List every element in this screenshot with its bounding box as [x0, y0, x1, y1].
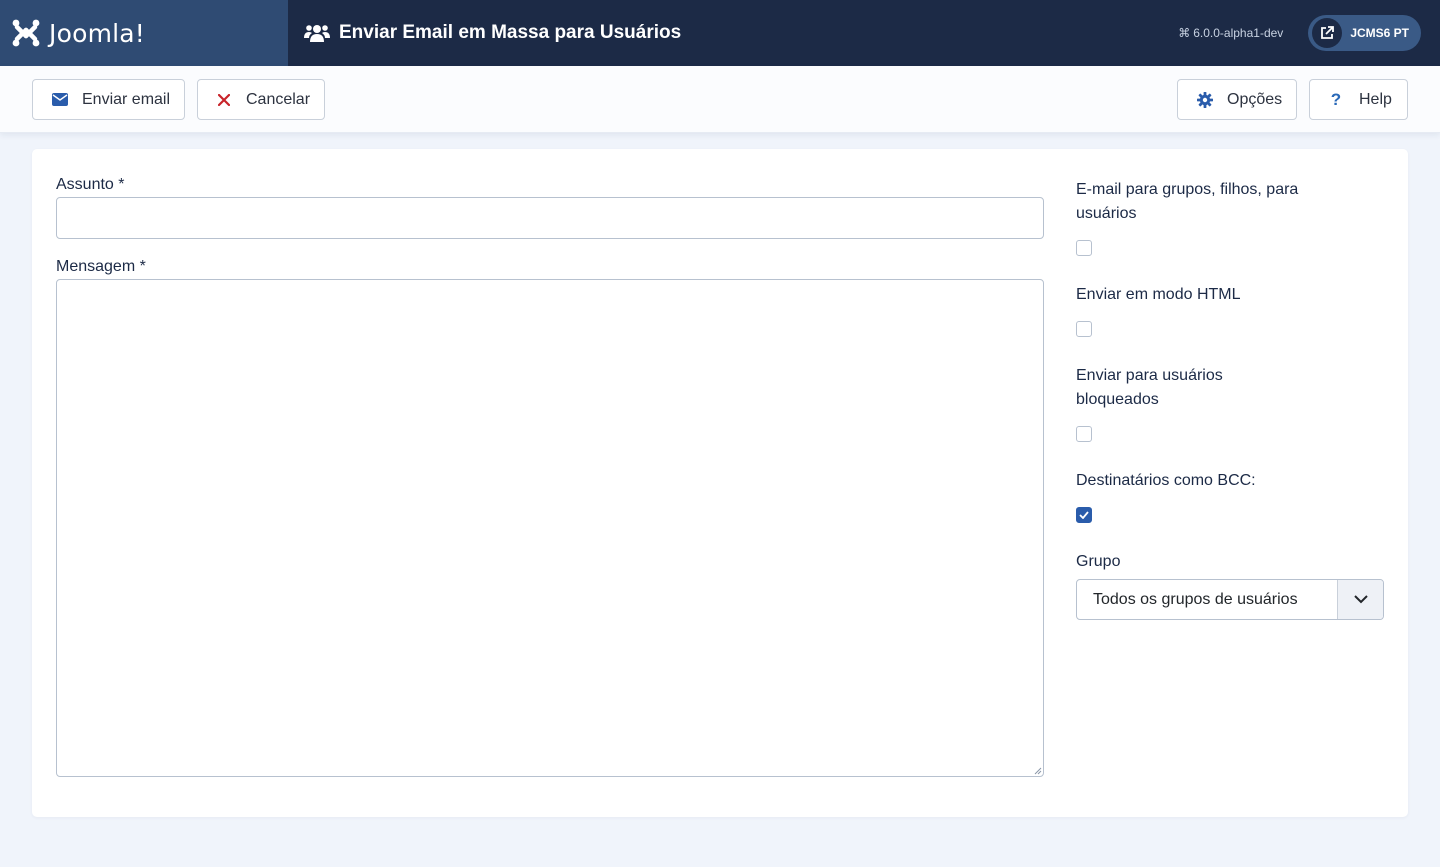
external-link-icon: [1312, 18, 1343, 48]
toolbar: Enviar email Cancelar Opções ? Help: [0, 66, 1440, 133]
bcc-label: Destinatários como BCC:: [1076, 472, 1256, 489]
bcc-checkbox[interactable]: [1076, 507, 1092, 523]
help-button[interactable]: ? Help: [1309, 79, 1408, 120]
question-icon: ?: [1330, 89, 1342, 109]
group-label: Grupo: [1076, 553, 1121, 570]
message-label: Mensagem *: [56, 258, 146, 275]
joomla-logo-icon: [12, 19, 40, 47]
blocked-users-label: Enviar para usuários bloqueados: [1076, 367, 1223, 408]
version-info: ⌘ 6.0.0-alpha1-dev: [1178, 26, 1283, 40]
close-icon: [216, 93, 232, 106]
envelope-icon: [51, 93, 69, 106]
group-select[interactable]: Todos os grupos de usuários: [1076, 579, 1384, 620]
groups-children-label: E-mail para grupos, filhos, para usuário…: [1076, 181, 1299, 222]
group-select-value: Todos os grupos de usuários: [1093, 590, 1298, 608]
cancel-label: Cancelar: [246, 90, 311, 108]
blocked-users-checkbox[interactable]: [1076, 426, 1092, 442]
logo-text: Joomla!: [49, 18, 146, 48]
subject-label: Assunto *: [56, 176, 125, 193]
html-mode-checkbox[interactable]: [1076, 321, 1092, 337]
groups-children-checkbox[interactable]: [1076, 240, 1092, 256]
site-button-label: JCMS6 PT: [1350, 26, 1409, 40]
view-site-button[interactable]: JCMS6 PT: [1308, 15, 1421, 51]
send-email-button[interactable]: Enviar email: [32, 79, 185, 120]
resize-handle-icon[interactable]: [1034, 767, 1042, 775]
options-label: Opções: [1227, 90, 1283, 108]
users-icon: [304, 25, 330, 42]
header-right: ⌘ 6.0.0-alpha1-dev JCMS6 PT: [1178, 15, 1440, 51]
help-label: Help: [1359, 90, 1392, 108]
page-title-area: Enviar Email em Massa para Usuários: [288, 0, 681, 66]
message-textarea[interactable]: [56, 279, 1044, 777]
cancel-button[interactable]: Cancelar: [197, 79, 325, 120]
joomla-mini-icon: ⌘: [1178, 26, 1191, 40]
options-button[interactable]: Opções: [1177, 79, 1297, 120]
gear-icon: [1196, 91, 1214, 108]
mail-form-card: Assunto * Mensagem * E-mail para grupos,…: [32, 149, 1408, 817]
page-title: Enviar Email em Massa para Usuários: [339, 22, 682, 43]
version-text: 6.0.0-alpha1-dev: [1193, 26, 1284, 40]
chevron-down-icon: [1337, 580, 1383, 619]
html-mode-label: Enviar em modo HTML: [1076, 286, 1241, 303]
subject-input[interactable]: [56, 197, 1044, 239]
send-email-label: Enviar email: [82, 90, 171, 108]
check-icon: [1079, 511, 1089, 519]
logo-link[interactable]: Joomla!: [0, 0, 288, 66]
top-header: Joomla! Enviar Email em Massa para Usuár…: [0, 0, 1440, 66]
